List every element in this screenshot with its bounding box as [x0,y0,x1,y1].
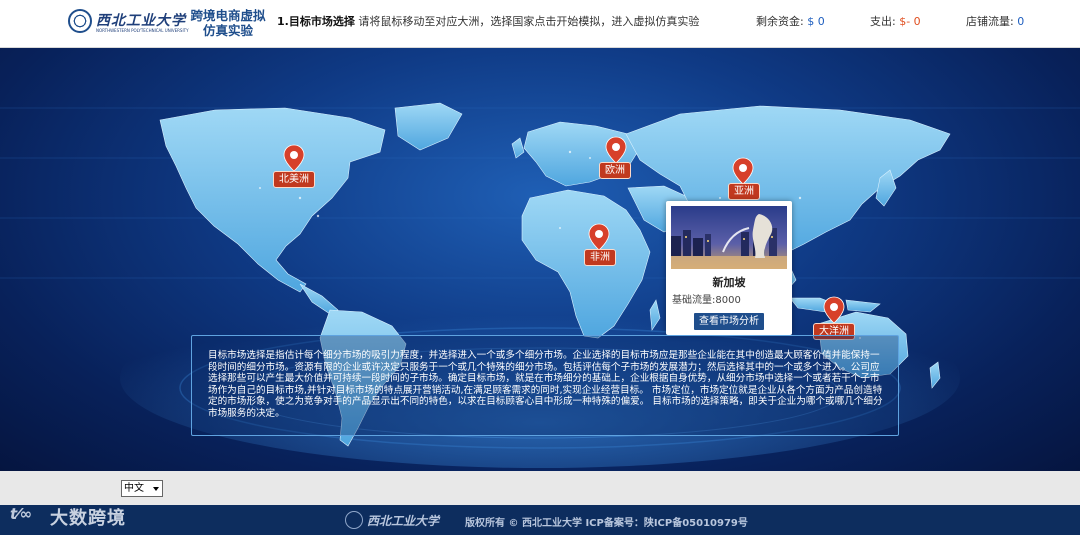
continent-label-europe[interactable]: 欧洲 [599,162,631,179]
world-map-area: 北美洲 欧洲 亚洲 非洲 大洋洲 新加坡 基础流量:8000 查看市场分析 目标… [0,48,1080,471]
funds-label: 剩余资金: [756,15,804,28]
singapore-photo [671,206,787,269]
africa-pin-icon[interactable] [588,223,610,251]
expense-value: $- 0 [899,15,921,28]
language-selected: 中文 [124,483,144,494]
step-instruction: 1.目标市场选择 请将鼠标移动至对应大洲，选择国家点击开始模拟，进入虚拟仿真实验 [277,13,699,29]
oceania-pin-icon[interactable] [823,296,845,324]
store-traffic: 店铺流量: 0 [966,13,1024,29]
funds-value: $ 0 [807,15,825,28]
language-select[interactable]: 中文 [121,480,163,497]
popup-city-name: 新加坡 [712,276,746,289]
system-title: 跨境电商虚拟 仿真实验 [188,8,268,38]
traffic-label: 店铺流量: [966,15,1014,28]
country-popup-card: 新加坡 基础流量:8000 查看市场分析 [666,201,792,335]
footer-university-logo: 西北工业大学 [345,511,455,531]
target-market-description-panel: 目标市场选择是指估计每个细分市场的吸引力程度，并选择进入一个或多个细分市场。企业… [191,335,899,436]
watermark-logo-icon: t⁄∞ [10,505,33,523]
asia-pin-icon[interactable] [732,157,754,185]
top-header: 西北工业大学 NORTHWESTERN POLYTECHNICAL UNIVER… [0,0,1080,48]
traffic-value: 0 [1017,15,1025,28]
page-footer: 西北工业大学 版权所有 © 西北工业大学 ICP备案号：陕ICP备0501097… [0,505,1080,535]
language-bar: 中文 [0,471,1080,505]
step-label: 1.目标市场选择 [277,15,355,28]
footer-seal-icon [345,511,363,529]
chevron-down-icon [153,487,159,491]
view-market-analysis-button[interactable]: 查看市场分析 [694,313,764,330]
expense-label: 支出: [870,15,896,28]
expense: 支出: $- 0 [870,13,921,29]
continent-label-asia[interactable]: 亚洲 [728,183,760,200]
footer-copyright: 版权所有 © 西北工业大学 ICP备案号：陕ICP备05010979号 [465,518,748,529]
continent-label-north-america[interactable]: 北美洲 [273,171,315,188]
north-america-pin-icon[interactable] [283,144,305,172]
footer-logo-name: 西北工业大学 [367,514,440,528]
system-title-line2: 仿真实验 [202,23,253,38]
university-logo-subtitle: NORTHWESTERN POLYTECHNICAL UNIVERSITY [96,28,189,33]
step-text: 请将鼠标移动至对应大洲，选择国家点击开始模拟，进入虚拟仿真实验 [358,15,700,28]
continent-label-africa[interactable]: 非洲 [584,249,616,266]
university-logo-name: 西北工业大学 [96,13,186,29]
system-title-line1: 跨境电商虚拟 [190,8,266,23]
target-market-description: 目标市场选择是指估计每个细分市场的吸引力程度，并选择进入一个或多个细分市场。企业… [208,350,883,419]
popup-base-traffic: 基础流量:8000 [672,295,741,306]
watermark: t⁄∞ 大数跨境 [10,503,150,529]
europe-pin-icon[interactable] [605,136,627,164]
remaining-funds: 剩余资金: $ 0 [756,13,825,29]
watermark-text: 大数跨境 [50,508,126,529]
university-logo: 西北工业大学 NORTHWESTERN POLYTECHNICAL UNIVER… [68,9,189,35]
university-seal-icon [68,9,92,33]
